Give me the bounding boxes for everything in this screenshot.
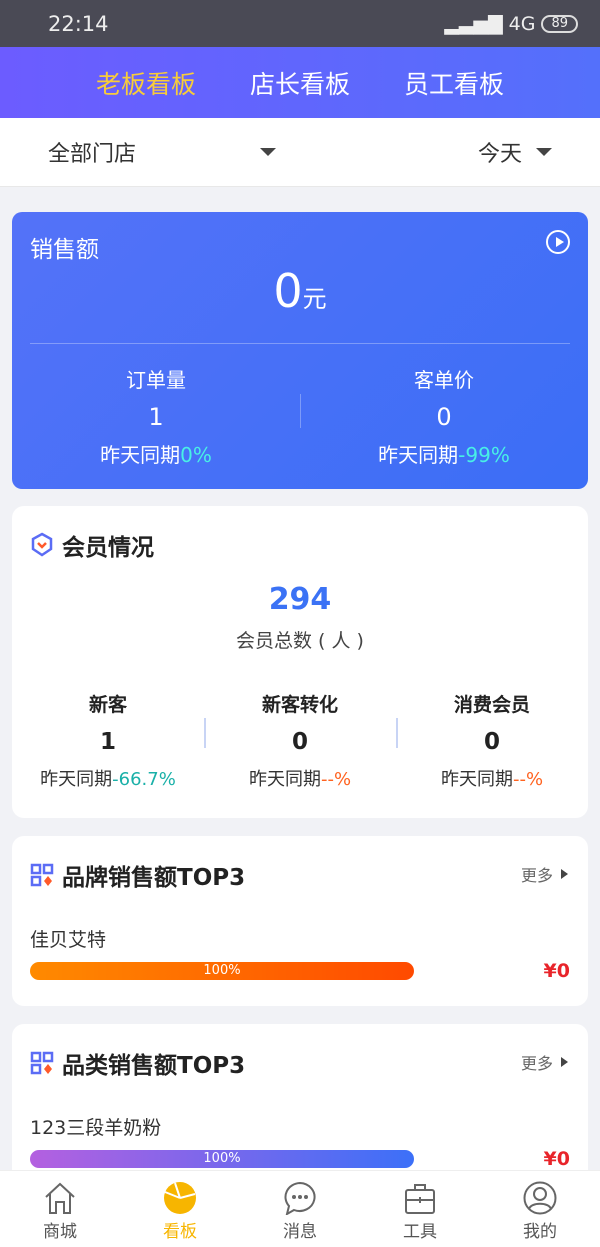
tab-label: 消息	[283, 1222, 317, 1242]
grid-icon	[30, 1051, 54, 1075]
more-label: 更多	[520, 866, 553, 885]
signal-icon: ▂▃▅▇	[444, 12, 503, 35]
shield-icon	[31, 532, 53, 557]
caret-down-icon	[260, 148, 277, 156]
tab-tools[interactable]: 工具	[360, 1171, 480, 1247]
stat-label: 客单价	[414, 368, 474, 392]
caret-down-icon	[536, 148, 552, 156]
stat-value: 0	[436, 403, 452, 431]
stat-label: 订单量	[126, 368, 186, 392]
stat-value: 1	[148, 403, 164, 431]
stat-label: 新客	[88, 694, 127, 716]
stat-value: 0	[483, 729, 500, 755]
chat-icon	[284, 1181, 316, 1215]
tab-label: 工具	[403, 1222, 437, 1242]
sales-amount: 0元	[12, 264, 588, 318]
category-top3-card: 品类销售额TOP3 更多 123三段羊奶粉 100% ¥0	[12, 1024, 588, 1194]
category-item-price: ¥0	[543, 1148, 570, 1170]
compare-value: --%	[320, 769, 352, 790]
more-label: 更多	[520, 1054, 553, 1073]
stat-value: 1	[99, 729, 116, 755]
spending-members-stat: 消费会员 0 昨天同期--%	[396, 690, 588, 791]
toolbox-icon	[405, 1184, 435, 1214]
member-total: 294	[268, 582, 332, 617]
compare-value: --%	[512, 769, 544, 790]
user-icon	[523, 1181, 557, 1215]
tab-dashboard[interactable]: 看板	[120, 1171, 240, 1247]
play-icon[interactable]	[546, 230, 570, 254]
home-icon	[45, 1182, 75, 1214]
tab-profile[interactable]: 我的	[480, 1171, 600, 1247]
stat-label: 新客转化	[261, 694, 338, 716]
stat-value: 0	[291, 729, 308, 755]
brand-title: 品牌销售额TOP3	[30, 858, 245, 892]
bottom-tab-bar: 商城 看板 消息 工具 我的	[0, 1170, 600, 1247]
category-more-link[interactable]: 更多	[521, 1050, 568, 1074]
brand-more-link[interactable]: 更多	[521, 862, 568, 886]
tab-manager[interactable]: 店长看板	[250, 65, 350, 101]
sales-unit: 元	[302, 285, 327, 313]
sales-title: 销售额	[30, 237, 99, 263]
caret-right-icon	[561, 1057, 568, 1067]
store-select-label: 全部门店	[48, 142, 137, 167]
period-select[interactable]: 今天	[478, 136, 552, 168]
store-select[interactable]: 全部门店	[48, 136, 277, 168]
status-bar: 22:14 ▂▃▅▇ 4G 89	[0, 0, 600, 47]
compare-label: 昨天同期	[440, 769, 513, 790]
tab-messages[interactable]: 消息	[240, 1171, 360, 1247]
brand-item-price: ¥0	[543, 960, 570, 982]
period-select-label: 今天	[477, 142, 522, 167]
compare-value: -99%	[458, 443, 510, 467]
stat-label: 消费会员	[453, 694, 530, 716]
members-title-text: 会员情况	[62, 535, 154, 561]
new-customers-stat: 新客 1 昨天同期-66.7%	[12, 690, 204, 791]
compare-label: 昨天同期	[378, 443, 459, 467]
compare-label: 昨天同期	[40, 769, 113, 790]
avg-price-stat: 客单价 0 昨天同期-99%	[300, 364, 588, 468]
member-total-label: 会员总数 ( 人 )	[236, 630, 364, 652]
network-label: 4G	[508, 12, 536, 35]
caret-right-icon	[561, 869, 568, 879]
tab-boss[interactable]: 老板看板	[96, 65, 196, 101]
brand-progress-bar: 100%	[30, 962, 414, 980]
category-progress-bar: 100%	[30, 1150, 414, 1168]
tab-label: 我的	[523, 1222, 557, 1242]
filter-bar: 全部门店 今天	[0, 118, 600, 187]
battery-icon: 89	[541, 14, 578, 33]
compare-label: 昨天同期	[100, 443, 181, 467]
sales-card: 销售额 0元 订单量 1 昨天同期0% 客单价 0 昨天同期-99%	[12, 212, 588, 489]
pie-chart-icon	[164, 1182, 196, 1214]
compare-value: 0%	[180, 443, 212, 467]
category-title: 品类销售额TOP3	[30, 1046, 245, 1080]
grid-icon	[30, 863, 54, 887]
status-time: 22:14	[48, 11, 109, 36]
members-title: 会员情况	[30, 528, 154, 562]
members-card: 会员情况 294 会员总数 ( 人 ) 新客 1 昨天同期-66.7% 新客转化…	[12, 506, 588, 818]
category-title-text: 品类销售额TOP3	[62, 1053, 246, 1079]
brand-item-name: 佳贝艾特	[30, 929, 107, 951]
brand-top3-card: 品牌销售额TOP3 更多 佳贝艾特 100% ¥0	[12, 836, 588, 1006]
compare-value: -66.7%	[112, 769, 176, 790]
orders-stat: 订单量 1 昨天同期0%	[12, 364, 300, 468]
dashboard-tabs: 老板看板 店长看板 员工看板	[0, 47, 600, 118]
brand-title-text: 品牌销售额TOP3	[62, 865, 246, 891]
compare-label: 昨天同期	[248, 769, 321, 790]
tab-label: 看板	[163, 1222, 197, 1242]
tab-mall[interactable]: 商城	[0, 1171, 120, 1247]
sales-amount-value: 0	[273, 264, 303, 318]
tab-label: 商城	[43, 1222, 77, 1242]
tab-staff[interactable]: 员工看板	[404, 65, 504, 101]
category-item-name: 123三段羊奶粉	[30, 1117, 162, 1139]
conversion-stat: 新客转化 0 昨天同期--%	[204, 690, 396, 791]
divider	[30, 343, 570, 344]
